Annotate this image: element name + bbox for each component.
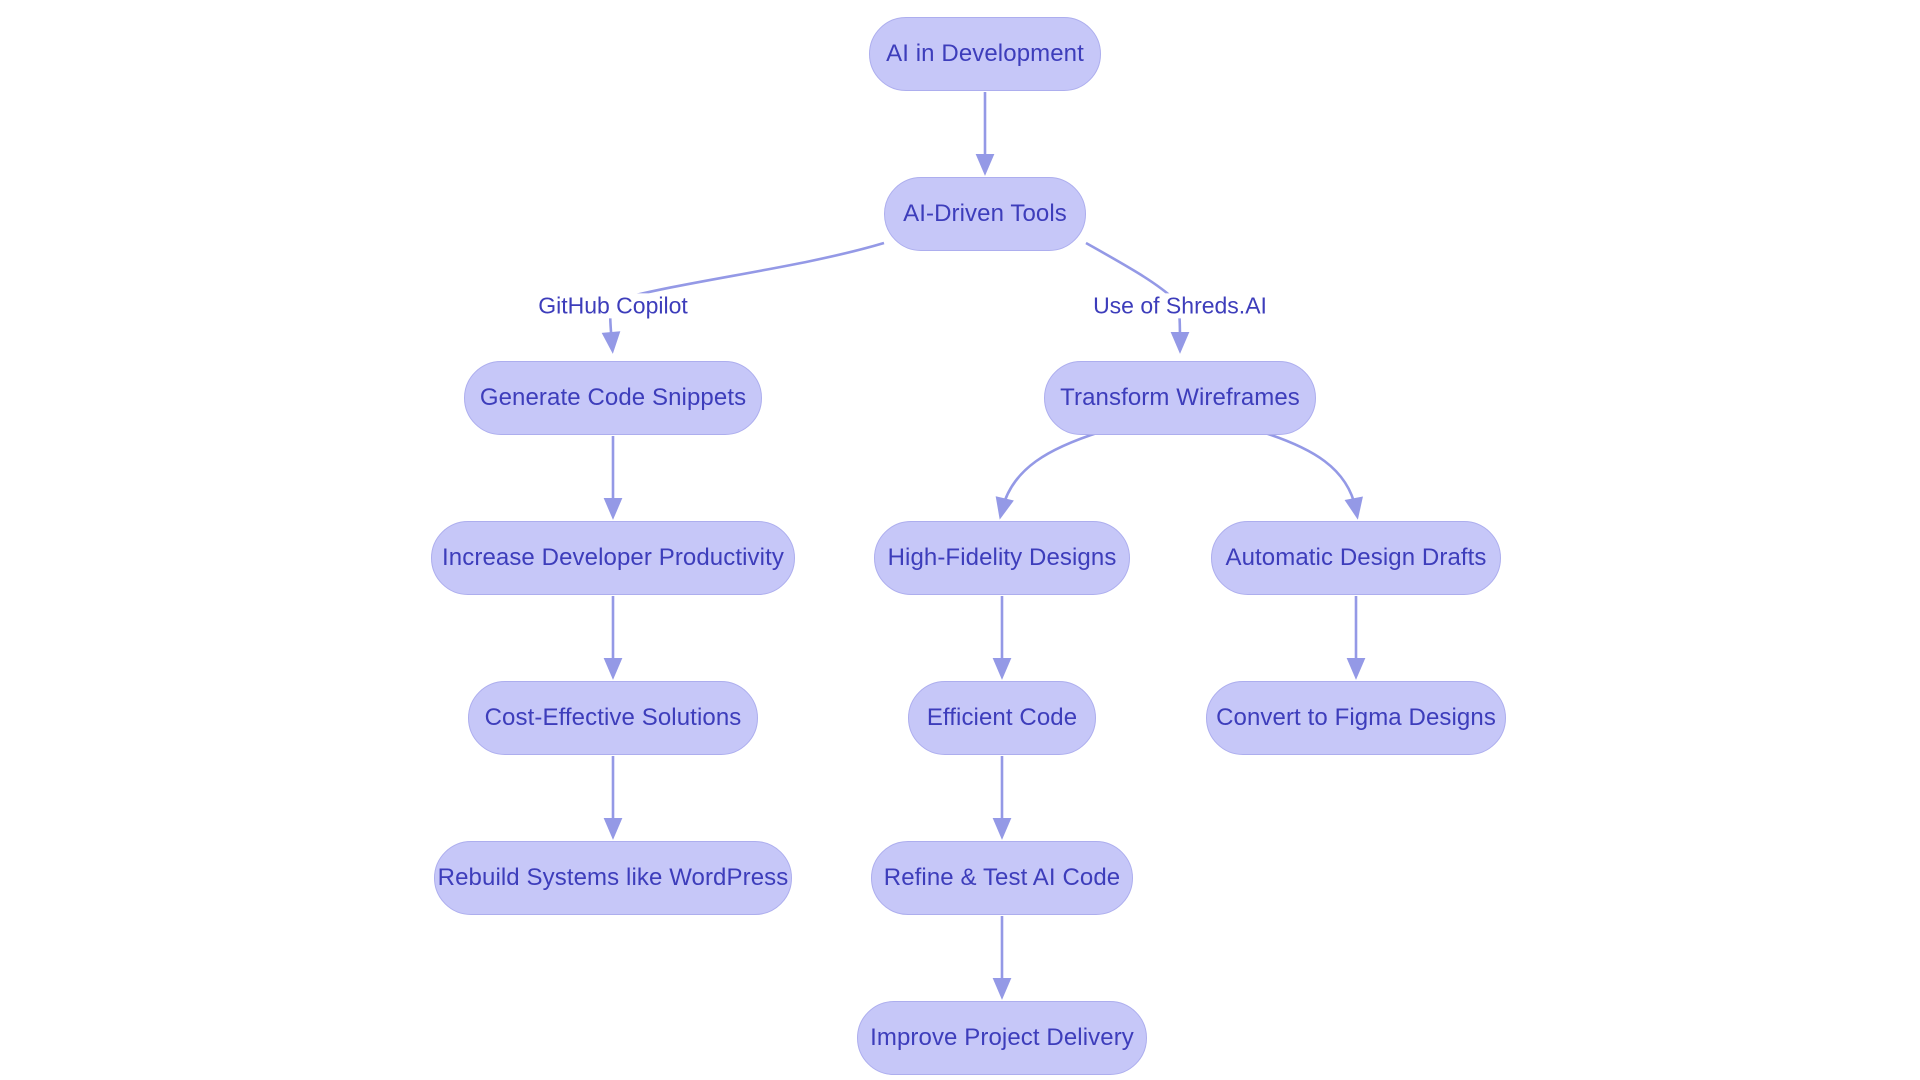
node-label: Rebuild Systems like WordPress xyxy=(437,864,789,891)
edge-transform-wireframes-to-high-fidelity-designs xyxy=(995,430,1101,520)
node-label: Transform Wireframes xyxy=(1060,384,1300,411)
node-label: Convert to Figma Designs xyxy=(1216,704,1496,731)
node-label: Automatic Design Drafts xyxy=(1225,544,1487,571)
node-label: Refine & Test AI Code xyxy=(883,864,1121,891)
node-generate-code-snippets[interactable]: Generate Code Snippets xyxy=(464,361,762,435)
node-high-fidelity-designs[interactable]: High-Fidelity Designs xyxy=(874,521,1130,595)
flowchart-canvas: AI in Development AI-Driven Tools Genera… xyxy=(0,0,1920,1080)
node-label: Cost-Effective Solutions xyxy=(484,704,742,731)
node-convert-to-figma-designs[interactable]: Convert to Figma Designs xyxy=(1206,681,1506,755)
node-efficient-code[interactable]: Efficient Code xyxy=(908,681,1096,755)
node-refine-and-test-ai-code[interactable]: Refine & Test AI Code xyxy=(871,841,1133,915)
node-label: Increase Developer Productivity xyxy=(442,544,784,571)
edge-label-use-of-shreds-ai: Use of Shreds.AI xyxy=(1090,293,1270,319)
node-ai-driven-tools[interactable]: AI-Driven Tools xyxy=(884,177,1086,251)
node-rebuild-systems-like-wordpress[interactable]: Rebuild Systems like WordPress xyxy=(434,841,792,915)
node-label: AI-Driven Tools xyxy=(903,200,1067,227)
node-label: Improve Project Delivery xyxy=(870,1024,1134,1051)
edge-label-github-copilot: GitHub Copilot xyxy=(535,293,691,319)
node-increase-developer-productivity[interactable]: Increase Developer Productivity xyxy=(431,521,795,595)
node-ai-in-development[interactable]: AI in Development xyxy=(869,17,1101,91)
node-transform-wireframes[interactable]: Transform Wireframes xyxy=(1044,361,1316,435)
node-label: Efficient Code xyxy=(926,704,1078,731)
node-improve-project-delivery[interactable]: Improve Project Delivery xyxy=(857,1001,1147,1075)
node-label: High-Fidelity Designs xyxy=(887,544,1117,571)
node-label: Generate Code Snippets xyxy=(479,384,747,411)
node-label: AI in Development xyxy=(886,40,1084,67)
edge-transform-wireframes-to-automatic-design-drafts xyxy=(1261,430,1363,520)
node-automatic-design-drafts[interactable]: Automatic Design Drafts xyxy=(1211,521,1501,595)
node-cost-effective-solutions[interactable]: Cost-Effective Solutions xyxy=(468,681,758,755)
